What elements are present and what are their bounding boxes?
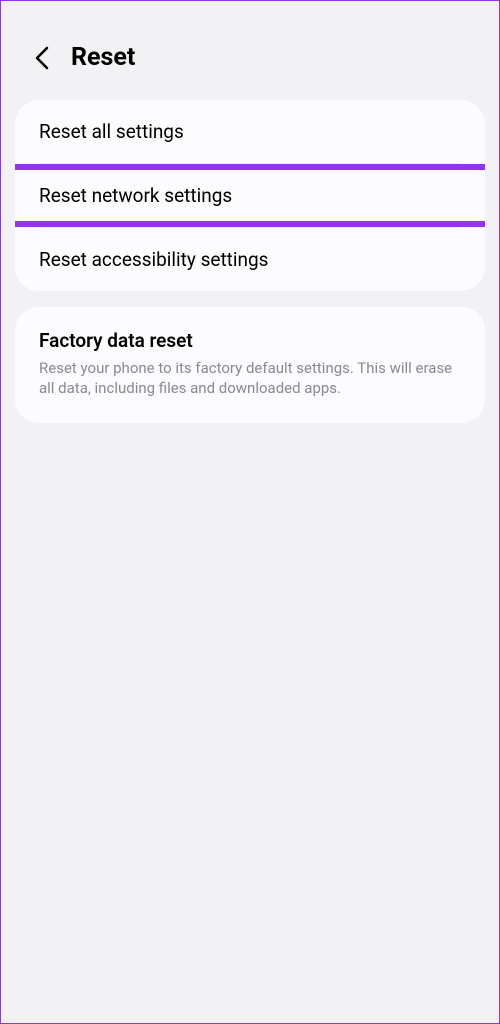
list-item-label: Reset all settings bbox=[39, 120, 461, 143]
highlight-annotation: Reset network settings bbox=[15, 164, 485, 227]
list-item-label: Reset accessibility settings bbox=[39, 248, 461, 271]
reset-network-settings-item[interactable]: Reset network settings bbox=[15, 170, 485, 221]
list-item-label: Reset network settings bbox=[39, 184, 461, 207]
reset-options-card: Reset all settings Reset network setting… bbox=[15, 100, 485, 291]
reset-all-settings-item[interactable]: Reset all settings bbox=[15, 100, 485, 163]
page-title: Reset bbox=[71, 43, 135, 72]
factory-data-reset-item[interactable]: Factory data reset Reset your phone to i… bbox=[15, 307, 485, 423]
reset-accessibility-settings-item[interactable]: Reset accessibility settings bbox=[15, 228, 485, 291]
list-item-label: Factory data reset bbox=[39, 329, 461, 352]
list-item-description: Reset your phone to its factory default … bbox=[39, 358, 461, 399]
header: Reset bbox=[1, 1, 499, 100]
back-icon[interactable] bbox=[31, 47, 53, 69]
factory-reset-card: Factory data reset Reset your phone to i… bbox=[15, 307, 485, 423]
